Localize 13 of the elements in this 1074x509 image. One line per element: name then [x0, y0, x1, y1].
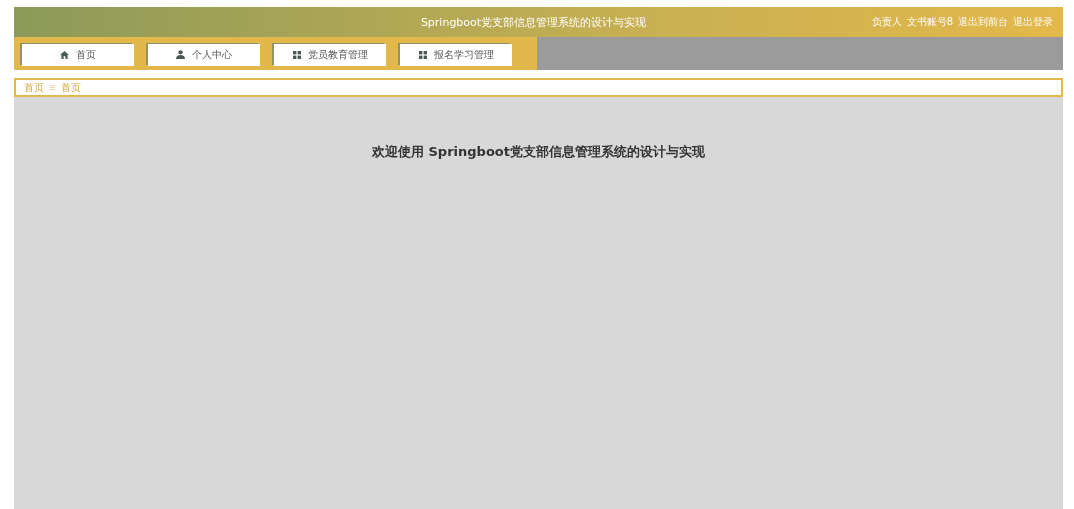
nav-tab[interactable]: 个人中心: [148, 43, 260, 66]
home-icon: [60, 50, 69, 59]
system-title: Springboot党支部信息管理系统的设计与实现: [420, 14, 647, 30]
grid-icon: [418, 50, 427, 59]
user-role: 负责人: [871, 15, 902, 29]
nav-tab[interactable]: 报名学习管理: [400, 43, 512, 66]
welcome-heading: 欢迎使用 Springboot党支部信息管理系统的设计与实现: [371, 143, 706, 161]
separator-icon: [50, 85, 55, 90]
nav-tab[interactable]: 首页: [22, 43, 134, 66]
grid-icon: [292, 50, 301, 59]
nav-tab[interactable]: 党员教育管理: [274, 43, 386, 66]
user-icon: [176, 50, 185, 59]
user-name: 文书账号8: [906, 15, 953, 29]
